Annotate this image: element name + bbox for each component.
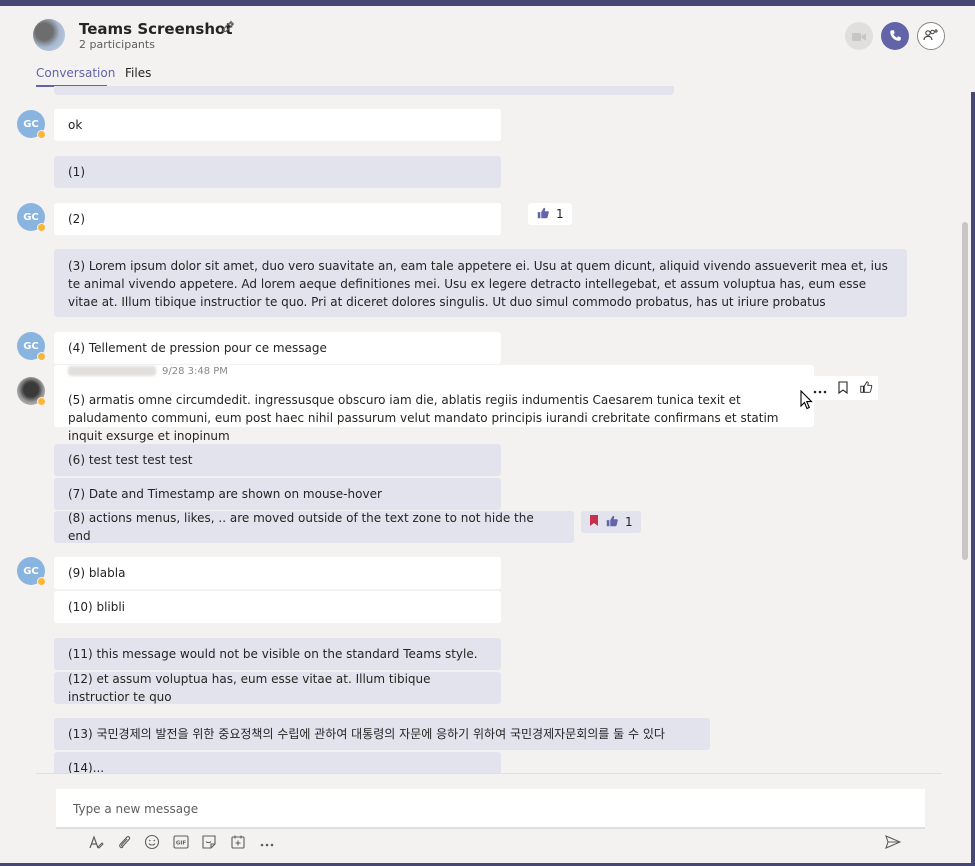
tab-conversation[interactable]: Conversation [36, 66, 115, 80]
mouse-cursor-icon [800, 389, 814, 414]
like-count: 1 [556, 207, 564, 221]
avatar[interactable]: GC [17, 203, 46, 232]
message-bubble[interactable]: (2) [54, 203, 501, 235]
presence-away-icon [37, 223, 46, 232]
message-bubble[interactable]: (9) blabla [54, 557, 501, 589]
meet-now-button[interactable] [228, 833, 248, 853]
chat-header: Teams Screenshot 2 participants Conversa… [0, 6, 975, 92]
avatar[interactable]: GC [17, 557, 46, 586]
thumbs-up-icon[interactable] [859, 379, 873, 398]
more-options-button[interactable] [257, 833, 277, 853]
avatar[interactable] [17, 377, 46, 406]
message-actions [808, 376, 878, 400]
message-input[interactable] [71, 789, 915, 829]
avatar-initials: GC [23, 340, 39, 352]
message-bubble[interactable]: (12) et assum voluptua has, eum esse vit… [54, 672, 501, 704]
tab-files[interactable]: Files [125, 66, 151, 80]
compose-box[interactable] [56, 789, 925, 829]
format-button[interactable] [86, 833, 106, 853]
bookmark-icon[interactable] [838, 379, 848, 398]
message-meta: 9/28 3:48 PM [68, 366, 228, 377]
message-bubble[interactable]: (1) [54, 156, 501, 188]
sticker-button[interactable] [199, 833, 219, 853]
presence-away-icon [37, 397, 46, 406]
more-icon[interactable] [813, 379, 827, 398]
avatar-initials: GC [23, 118, 39, 130]
like-reaction[interactable]: 1 [528, 203, 572, 225]
message-bubble[interactable]: (10) blibli [54, 591, 501, 623]
participants-count[interactable]: 2 participants [79, 38, 155, 51]
message-bubble[interactable]: ok [54, 109, 501, 141]
group-avatar[interactable] [33, 19, 65, 51]
audio-call-button[interactable] [881, 22, 909, 50]
format-icon [88, 834, 104, 853]
phone-icon [889, 27, 902, 46]
presence-away-icon [37, 352, 46, 361]
presence-away-icon [37, 130, 46, 139]
message-bubble[interactable]: (6) test test test test [54, 444, 501, 476]
message-bubble[interactable]: (3) Lorem ipsum dolor sit amet, duo vero… [54, 249, 907, 317]
avatar-initials: GC [23, 565, 39, 577]
send-button[interactable] [883, 833, 903, 853]
more-icon [260, 836, 274, 850]
add-people-button[interactable] [917, 22, 945, 50]
message-bubble[interactable]: (8) actions menus, likes, .. are moved o… [54, 511, 574, 543]
feed-scrollbar[interactable] [962, 222, 968, 560]
emoji-icon [144, 834, 160, 853]
message-timestamp: 9/28 3:48 PM [162, 366, 228, 377]
attach-icon [117, 834, 131, 853]
thumbs-up-icon [536, 206, 550, 223]
chat-title[interactable]: Teams Screenshot [79, 20, 233, 38]
attach-button[interactable] [114, 833, 134, 853]
message-bubble[interactable]: (13) 국민경제의 발전을 위한 중요정책의 수립에 관하여 대통령의 자문에… [54, 718, 710, 750]
send-icon [885, 834, 902, 853]
message-bubble[interactable]: (7) Date and Timestamp are shown on mous… [54, 478, 501, 510]
previous-message-edge [54, 86, 674, 95]
like-count: 1 [625, 515, 633, 529]
pencil-icon[interactable] [220, 19, 236, 35]
window-right-border [971, 0, 975, 866]
thumbs-up-icon [605, 514, 619, 531]
gif-icon: GIF [173, 834, 189, 852]
sender-name-redacted [68, 366, 156, 376]
meet-icon [230, 834, 246, 853]
avatar-initials: GC [23, 211, 39, 223]
message-reactions[interactable]: 1 [581, 511, 641, 533]
presence-away-icon [37, 577, 46, 586]
video-call-button[interactable] [845, 22, 873, 50]
avatar[interactable]: GC [17, 110, 46, 139]
message-bubble[interactable]: (4) Tellement de pression pour ce messag… [54, 332, 501, 364]
gif-button[interactable]: GIF [171, 833, 191, 853]
avatar[interactable]: GC [17, 332, 46, 361]
svg-text:GIF: GIF [176, 840, 187, 846]
sticker-icon [201, 834, 217, 853]
message-bubble[interactable]: (14)... [54, 752, 501, 774]
message-feed[interactable]: GC ok (1) GC (2) 1 (3) Lorem ipsum dolor… [0, 86, 958, 774]
video-icon [852, 27, 866, 46]
message-bubble[interactable]: (11) this message would not be visible o… [54, 638, 501, 670]
emoji-button[interactable] [142, 833, 162, 853]
compose-divider [36, 773, 942, 774]
bookmark-icon [589, 514, 599, 530]
add-people-icon [923, 27, 939, 46]
